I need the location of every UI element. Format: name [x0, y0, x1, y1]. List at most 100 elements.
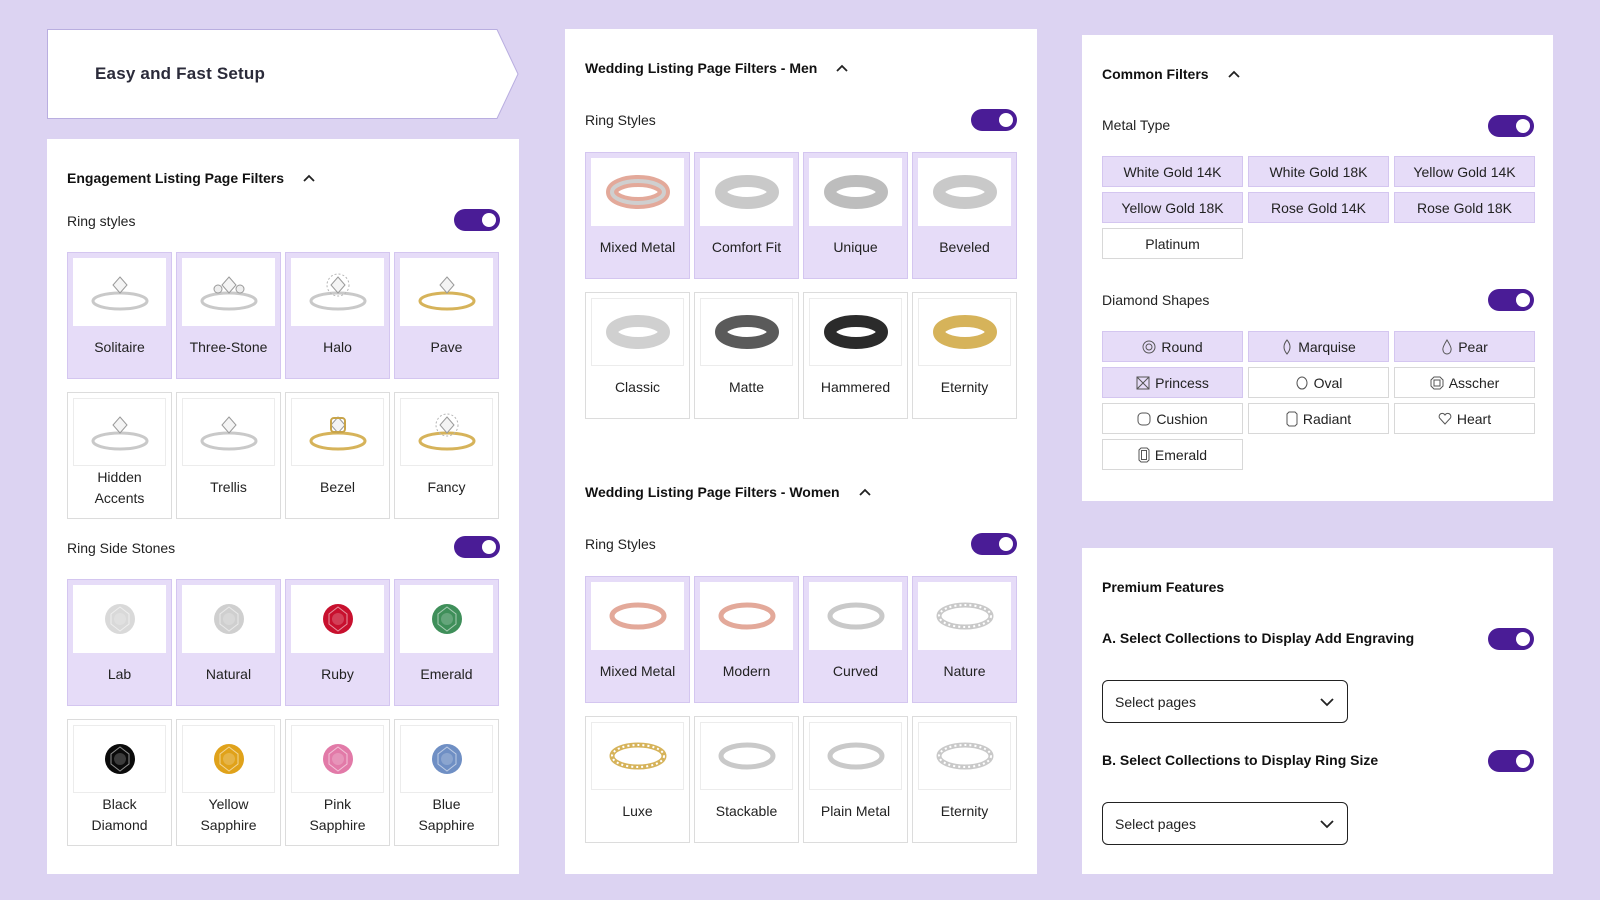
- men-ring-styles-toggle[interactable]: [971, 109, 1017, 131]
- metal-chip-yellow-gold-14k[interactable]: Yellow Gold 14K: [1394, 156, 1535, 187]
- diamond-shapes-label: Diamond Shapes: [1102, 292, 1210, 308]
- women-style-tile-curved[interactable]: Curved: [803, 576, 908, 703]
- side-stone-tile-black-diamond[interactable]: Black Diamond: [67, 719, 172, 846]
- side-stone-tile-natural[interactable]: Natural: [176, 579, 281, 706]
- engraving-toggle[interactable]: [1488, 628, 1534, 650]
- metal-type-toggle[interactable]: [1488, 115, 1534, 137]
- setup-banner: Easy and Fast Setup: [47, 29, 519, 119]
- ring-styles-toggle[interactable]: [454, 209, 500, 231]
- men-style-tile-mixed-metal[interactable]: Mixed Metal: [585, 152, 690, 279]
- metal-chip-white-gold-14k[interactable]: White Gold 14K: [1102, 156, 1243, 187]
- women-style-tile-stackable[interactable]: Stackable: [694, 716, 799, 843]
- men-ring-styles-grid: Mixed Metal Comfort Fit Unique Beveled C…: [585, 152, 1017, 419]
- ring-size-select[interactable]: Select pages: [1102, 802, 1348, 845]
- shape-chip-oval[interactable]: Oval: [1248, 367, 1389, 398]
- men-style-tile-hammered[interactable]: Hammered: [803, 292, 908, 419]
- engraving-label: A. Select Collections to Display Add Eng…: [1102, 630, 1415, 646]
- side-stone-tile-label: Lab: [107, 666, 132, 682]
- ring-style-tile-bezel[interactable]: Bezel: [285, 392, 390, 519]
- shape-chip-asscher[interactable]: Asscher: [1394, 367, 1535, 398]
- wedding-women-title-row[interactable]: Wedding Listing Page Filters - Women: [585, 484, 872, 500]
- ring-style-tile-halo[interactable]: Halo: [285, 252, 390, 379]
- metal-chip-rose-gold-18k[interactable]: Rose Gold 18K: [1394, 192, 1535, 223]
- men-style-unique-image: [809, 158, 902, 226]
- ring-style-tile-solitaire[interactable]: Solitaire: [67, 252, 172, 379]
- men-style-eternity-image: [918, 298, 1011, 366]
- shape-chip-marquise[interactable]: Marquise: [1248, 331, 1389, 362]
- men-style-tile-label: Hammered: [820, 379, 891, 395]
- ring-size-toggle[interactable]: [1488, 750, 1534, 772]
- women-style-tile-modern[interactable]: Modern: [694, 576, 799, 703]
- premium-features-panel: Premium Features A. Select Collections t…: [1082, 548, 1553, 874]
- side-stone-tile-yellow-sapphire[interactable]: Yellow Sapphire: [176, 719, 281, 846]
- shape-chip-emerald[interactable]: Emerald: [1102, 439, 1243, 470]
- metal-chip-yellow-gold-18k[interactable]: Yellow Gold 18K: [1102, 192, 1243, 223]
- wedding-men-title-row[interactable]: Wedding Listing Page Filters - Men: [585, 60, 849, 76]
- side-stone-tile-label: Blue Sapphire: [418, 796, 475, 833]
- ring-style-trellis-image: [182, 398, 275, 466]
- men-style-mixed-metal-image: [591, 158, 684, 226]
- men-style-tile-label: Matte: [728, 379, 764, 395]
- side-stone-natural-image: [182, 585, 275, 653]
- metal-chip-label: Rose Gold 14K: [1271, 199, 1366, 216]
- ring-style-tile-pave[interactable]: Pave: [394, 252, 499, 379]
- ring-style-tile-hidden-accents[interactable]: Hidden Accents: [67, 392, 172, 519]
- wedding-panel: Wedding Listing Page Filters - Men Ring …: [565, 29, 1037, 874]
- side-stone-tile-ruby[interactable]: Ruby: [285, 579, 390, 706]
- shape-chip-label: Radiant: [1302, 410, 1352, 427]
- men-style-comfort-fit-image: [700, 158, 793, 226]
- women-style-tile-plain-metal[interactable]: Plain Metal: [803, 716, 908, 843]
- asscher-diamond-icon: [1430, 376, 1444, 390]
- women-style-tile-luxe[interactable]: Luxe: [585, 716, 690, 843]
- shape-chip-round[interactable]: Round: [1102, 331, 1243, 362]
- toggle-knob: [1516, 754, 1530, 768]
- women-style-nature-image: [918, 582, 1011, 650]
- side-stone-tile-pink-sapphire[interactable]: Pink Sapphire: [285, 719, 390, 846]
- women-style-tile-mixed-metal[interactable]: Mixed Metal: [585, 576, 690, 703]
- diamond-shapes-toggle[interactable]: [1488, 289, 1534, 311]
- engraving-select[interactable]: Select pages: [1102, 680, 1348, 723]
- chevron-up-icon[interactable]: [302, 173, 316, 183]
- metal-chip-white-gold-18k[interactable]: White Gold 18K: [1248, 156, 1389, 187]
- shape-chip-heart[interactable]: Heart: [1394, 403, 1535, 434]
- men-style-beveled-image: [918, 158, 1011, 226]
- side-stone-tile-emerald[interactable]: Emerald: [394, 579, 499, 706]
- men-style-tile-classic[interactable]: Classic: [585, 292, 690, 419]
- side-stones-toggle[interactable]: [454, 536, 500, 558]
- ring-size-select-value: Select pages: [1115, 815, 1196, 832]
- men-style-tile-label: Eternity: [940, 379, 989, 395]
- shape-chip-label: Round: [1161, 338, 1203, 355]
- premium-title: Premium Features: [1102, 579, 1225, 595]
- women-style-tile-eternity[interactable]: Eternity: [912, 716, 1017, 843]
- shape-chip-radiant[interactable]: Radiant: [1248, 403, 1389, 434]
- men-style-tile-eternity[interactable]: Eternity: [912, 292, 1017, 419]
- shape-chip-pear[interactable]: Pear: [1394, 331, 1535, 362]
- women-ring-styles-toggle[interactable]: [971, 533, 1017, 555]
- women-style-tile-label: Eternity: [940, 803, 989, 819]
- ring-style-tile-fancy[interactable]: Fancy: [394, 392, 499, 519]
- ring-style-tile-label: Fancy: [427, 479, 466, 495]
- metal-chip-label: Yellow Gold 14K: [1413, 163, 1516, 180]
- engagement-title-row[interactable]: Engagement Listing Page Filters: [67, 170, 316, 186]
- women-style-tile-label: Modern: [722, 663, 771, 679]
- shape-chip-princess[interactable]: Princess: [1102, 367, 1243, 398]
- side-stone-tile-lab[interactable]: Lab: [67, 579, 172, 706]
- metal-chip-platinum[interactable]: Platinum: [1102, 228, 1243, 259]
- ring-style-tile-trellis[interactable]: Trellis: [176, 392, 281, 519]
- side-stone-pink-sapphire-image: [291, 725, 384, 793]
- women-style-tile-nature[interactable]: Nature: [912, 576, 1017, 703]
- ring-style-tile-three-stone[interactable]: Three-Stone: [176, 252, 281, 379]
- metal-chip-rose-gold-14k[interactable]: Rose Gold 14K: [1248, 192, 1389, 223]
- chevron-up-icon[interactable]: [835, 63, 849, 73]
- side-stone-tile-blue-sapphire[interactable]: Blue Sapphire: [394, 719, 499, 846]
- common-title-row[interactable]: Common Filters: [1102, 66, 1241, 82]
- shape-chip-label: Oval: [1313, 374, 1343, 391]
- chevron-up-icon[interactable]: [1227, 69, 1241, 79]
- chevron-up-icon[interactable]: [858, 487, 872, 497]
- men-style-tile-comfort-fit[interactable]: Comfort Fit: [694, 152, 799, 279]
- men-style-tile-unique[interactable]: Unique: [803, 152, 908, 279]
- side-stone-tile-label: Emerald: [420, 666, 473, 682]
- shape-chip-cushion[interactable]: Cushion: [1102, 403, 1243, 434]
- men-style-tile-beveled[interactable]: Beveled: [912, 152, 1017, 279]
- men-style-tile-matte[interactable]: Matte: [694, 292, 799, 419]
